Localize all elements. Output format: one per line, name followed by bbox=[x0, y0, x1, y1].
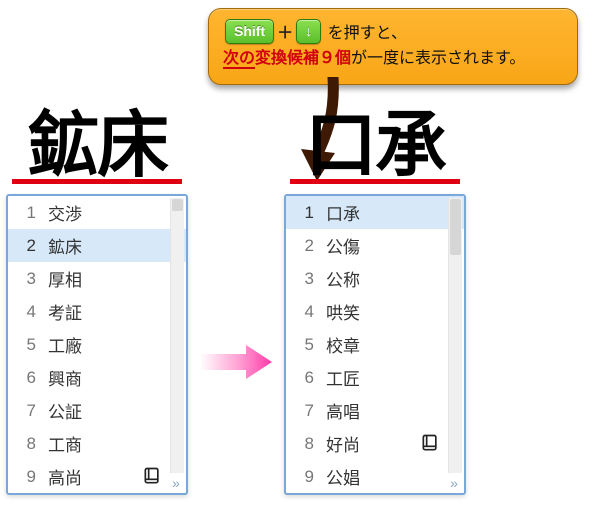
candidate-item[interactable]: 6工匠 bbox=[286, 361, 464, 394]
candidate-word: 公娼 bbox=[322, 464, 464, 489]
candidate-word: 工匠 bbox=[322, 365, 464, 390]
ime-composition-left: 鉱床 bbox=[8, 108, 186, 184]
candidate-item[interactable]: 8工商 bbox=[8, 427, 186, 460]
candidate-number: 7 bbox=[286, 401, 322, 421]
candidate-list-right[interactable]: 1口承2公傷3公称4哄笑5校章6工匠7高唱8好尚9公娼 » bbox=[284, 194, 466, 495]
candidate-item[interactable]: 9高尚 bbox=[8, 460, 186, 493]
candidate-number: 1 bbox=[286, 203, 322, 223]
candidate-number: 9 bbox=[286, 467, 322, 487]
shift-key-icon: Shift bbox=[225, 19, 274, 44]
candidate-item[interactable]: 1口承 bbox=[286, 196, 464, 229]
candidate-number: 8 bbox=[8, 434, 44, 454]
candidate-item[interactable]: 4哄笑 bbox=[286, 295, 464, 328]
candidate-number: 2 bbox=[8, 236, 44, 256]
candidate-item[interactable]: 9公娼 bbox=[286, 460, 464, 493]
candidate-number: 9 bbox=[8, 467, 44, 487]
candidate-item[interactable]: 5工廠 bbox=[8, 328, 186, 361]
candidate-number: 4 bbox=[286, 302, 322, 322]
candidate-item[interactable]: 4考証 bbox=[8, 295, 186, 328]
candidate-word: 哄笑 bbox=[322, 299, 464, 324]
candidate-item[interactable]: 2公傷 bbox=[286, 229, 464, 262]
candidate-item[interactable]: 5校章 bbox=[286, 328, 464, 361]
candidate-item[interactable]: 7公証 bbox=[8, 394, 186, 427]
candidate-word: 交渉 bbox=[44, 200, 186, 225]
candidate-word: 興商 bbox=[44, 365, 186, 390]
candidate-number: 5 bbox=[8, 335, 44, 355]
candidate-item[interactable]: 1交渉 bbox=[8, 196, 186, 229]
candidate-word: 公傷 bbox=[322, 233, 464, 258]
candidate-number: 5 bbox=[286, 335, 322, 355]
candidate-item[interactable]: 2鉱床 bbox=[8, 229, 186, 262]
candidate-item[interactable]: 3厚相 bbox=[8, 262, 186, 295]
candidate-number: 1 bbox=[8, 203, 44, 223]
ime-text-right: 口承 bbox=[286, 110, 464, 183]
callout-emph-a: 次の bbox=[223, 50, 255, 69]
candidate-number: 8 bbox=[286, 434, 322, 454]
scrollbar-thumb[interactable] bbox=[450, 199, 461, 255]
candidate-word: 校章 bbox=[322, 332, 464, 357]
candidate-word: 好尚 bbox=[322, 431, 464, 456]
dictionary-icon[interactable] bbox=[420, 433, 440, 453]
instruction-callout: Shift＋↓ を押すと、 次の変換候補９個が一度に表示されます。 bbox=[208, 8, 578, 85]
candidate-number: 7 bbox=[8, 401, 44, 421]
candidate-list-left[interactable]: 1交渉2鉱床3厚相4考証5工廠6興商7公証8工商9高尚 » bbox=[6, 194, 188, 495]
dictionary-icon[interactable] bbox=[142, 466, 162, 486]
callout-text-1: を押すと、 bbox=[328, 25, 407, 42]
ime-composition-right: 口承 bbox=[286, 108, 464, 184]
before-panel: 鉱床 1交渉2鉱床3厚相4考証5工廠6興商7公証8工商9高尚 » bbox=[6, 108, 188, 495]
candidate-item[interactable]: 7高唱 bbox=[286, 394, 464, 427]
candidate-word: 考証 bbox=[44, 299, 186, 324]
candidate-word: 口承 bbox=[322, 200, 464, 225]
expand-icon[interactable]: » bbox=[169, 476, 183, 490]
callout-text-2: が一度に表示されます。 bbox=[351, 50, 525, 67]
candidate-number: 2 bbox=[286, 236, 322, 256]
expand-icon[interactable]: » bbox=[447, 476, 461, 490]
candidate-number: 3 bbox=[286, 269, 322, 289]
callout-emph-b: 変換候補９個 bbox=[255, 50, 351, 67]
scrollbar[interactable] bbox=[170, 198, 184, 473]
candidate-word: 工商 bbox=[44, 431, 186, 456]
transition-arrow-icon bbox=[200, 345, 272, 379]
candidate-item[interactable]: 6興商 bbox=[8, 361, 186, 394]
scrollbar[interactable] bbox=[448, 198, 462, 473]
ime-text-left: 鉱床 bbox=[8, 110, 186, 183]
candidate-item[interactable]: 3公称 bbox=[286, 262, 464, 295]
candidate-word: 高唱 bbox=[322, 398, 464, 423]
candidate-word: 鉱床 bbox=[44, 233, 186, 258]
plus-icon: ＋ bbox=[277, 25, 293, 42]
candidate-word: 高尚 bbox=[44, 464, 186, 489]
after-panel: 口承 1口承2公傷3公称4哄笑5校章6工匠7高唱8好尚9公娼 » bbox=[284, 108, 466, 495]
candidate-item[interactable]: 8好尚 bbox=[286, 427, 464, 460]
candidate-word: 工廠 bbox=[44, 332, 186, 357]
candidate-number: 6 bbox=[8, 368, 44, 388]
candidate-number: 6 bbox=[286, 368, 322, 388]
down-arrow-key-icon: ↓ bbox=[296, 19, 321, 44]
candidate-number: 3 bbox=[8, 269, 44, 289]
callout-line-1: Shift＋↓ を押すと、 bbox=[223, 19, 563, 47]
candidate-number: 4 bbox=[8, 302, 44, 322]
candidate-word: 公証 bbox=[44, 398, 186, 423]
callout-line-2: 次の変換候補９個が一度に表示されます。 bbox=[223, 47, 563, 72]
candidate-word: 公称 bbox=[322, 266, 464, 291]
candidate-word: 厚相 bbox=[44, 266, 186, 291]
scrollbar-thumb[interactable] bbox=[172, 199, 183, 211]
